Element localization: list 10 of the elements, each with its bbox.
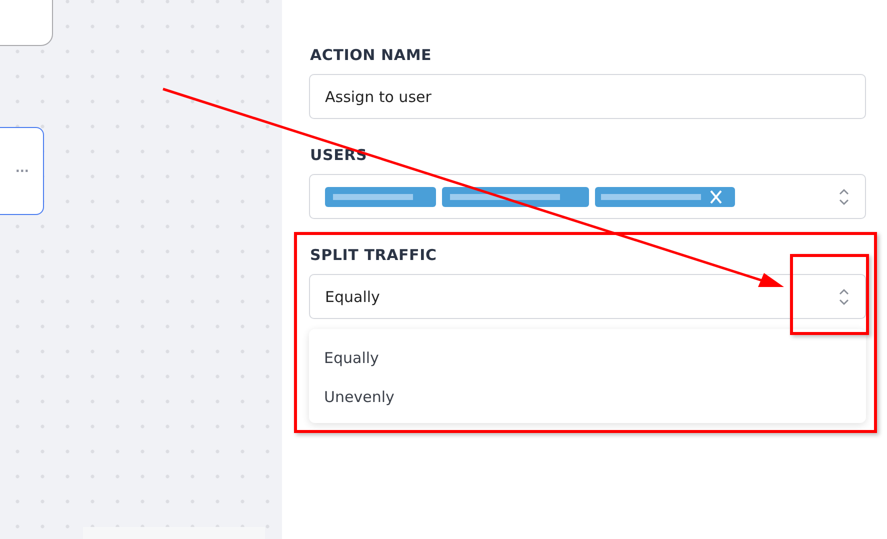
field-label: ACTION NAME: [310, 46, 433, 64]
field-label: SPLIT TRAFFIC: [310, 246, 438, 264]
action-name-input[interactable]: Assign to user: [309, 74, 866, 119]
split-traffic-select[interactable]: Equally: [309, 274, 866, 319]
users-select[interactable]: [309, 174, 866, 219]
dropdown-option[interactable]: Unevenly: [309, 378, 866, 417]
chevron-updown-icon: [838, 286, 850, 306]
dropdown-option[interactable]: Equally: [309, 339, 866, 378]
chevron-updown-icon: [838, 186, 850, 206]
field-label: USERS: [310, 146, 368, 164]
